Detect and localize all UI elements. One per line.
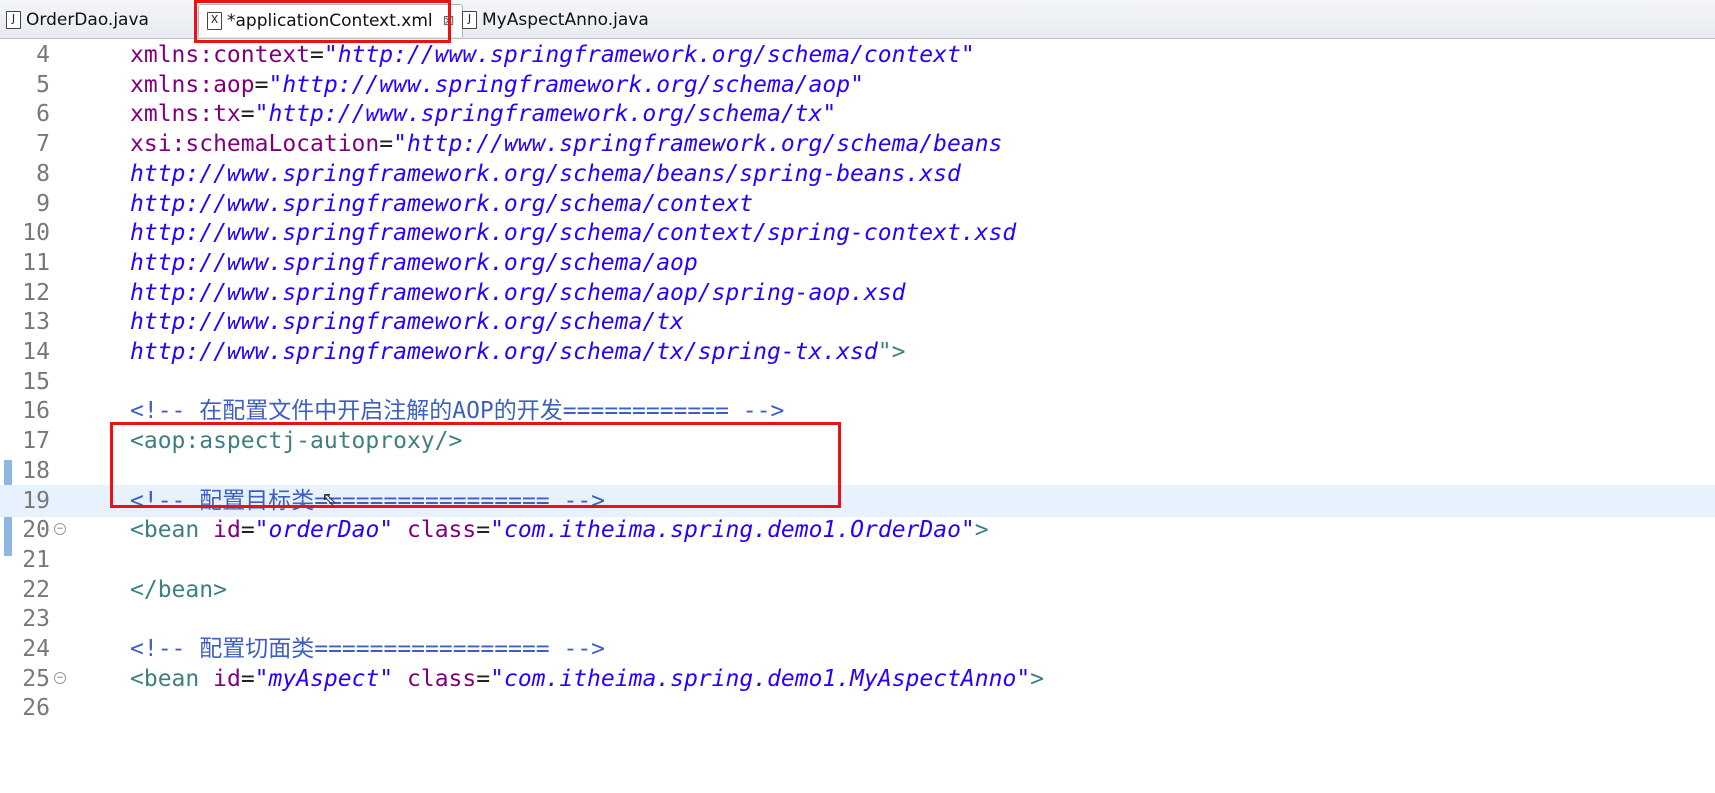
line-number: 12 (22, 279, 50, 306)
line-number: 6 (36, 101, 50, 128)
tab-orderdao[interactable]: J OrderDao.java (6, 4, 149, 36)
line-number: 14 (22, 339, 50, 365)
line-number: 20 (22, 517, 50, 544)
line-number: 22 (22, 576, 50, 603)
code-line[interactable]: 7 xsi:schemaLocation="http://www.springfr… (0, 128, 1715, 160)
line-number: 21 (22, 546, 50, 573)
fold-toggle-icon[interactable]: − (54, 671, 66, 684)
line-number: 5 (36, 71, 50, 98)
code-line[interactable]: 11 http://www.springframework.org/schema/… (0, 247, 1715, 279)
code-text: xmlns:context="http://www.springframewor… (130, 42, 975, 68)
line-number: 19 (22, 487, 50, 514)
line-number: 25 (22, 665, 50, 692)
code-line[interactable]: 8 http://www.springframework.org/schema/b… (0, 158, 1715, 190)
line-number: 11 (22, 249, 50, 276)
code-text: xmlns:tx="http://www.springframework.org… (130, 101, 837, 128)
code-line[interactable]: 20− <bean id="orderDao" class="com.itheim… (0, 514, 1715, 546)
xml-editor[interactable]: 4 xmlns:context="http://www.springframewo… (0, 38, 1715, 793)
code-text: <!-- 配置切面类================= --> (130, 636, 606, 662)
fold-toggle-icon[interactable]: − (54, 523, 66, 536)
code-text: http://www.springframework.org/schema/ao… (130, 279, 906, 306)
code-text: <bean id="myAspect" class="com.itheima.s… (130, 665, 1045, 692)
code-line[interactable]: 10 http://www.springframework.org/schema/… (0, 217, 1715, 249)
code-line[interactable]: 4 xmlns:context="http://www.springframewo… (0, 39, 1715, 71)
code-line[interactable]: 9 http://www.springframework.org/schema/c… (0, 188, 1715, 220)
code-text: http://www.springframework.org/schema/co… (130, 220, 1017, 247)
code-line[interactable]: 5 xmlns:aop="http://www.springframework.o… (0, 69, 1715, 101)
code-line[interactable]: 26 (0, 692, 1715, 724)
code-text: http://www.springframework.org/schema/tx (130, 309, 684, 336)
code-line[interactable]: 12 http://www.springframework.org/schema/… (0, 277, 1715, 309)
line-number: 26 (22, 695, 50, 722)
tab-label: OrderDao.java (26, 10, 149, 30)
code-line[interactable]: 15 (0, 366, 1715, 398)
code-text: xsi:schemaLocation="http://www.springfra… (130, 131, 1003, 158)
code-text: </bean> (130, 576, 227, 603)
java-file-icon: J (462, 11, 477, 29)
annotation-highlight-box (110, 422, 841, 508)
tab-label: MyAspectAnno.java (482, 10, 649, 30)
line-number: 16 (22, 398, 50, 425)
line-number: 13 (22, 309, 50, 336)
line-number: 23 (22, 606, 50, 633)
code-line[interactable]: 22 </bean> (0, 574, 1715, 606)
line-number: 8 (36, 160, 50, 187)
code-text: http://www.springframework.org/schema/be… (130, 160, 961, 187)
code-line[interactable]: 6 xmlns:tx="http://www.springframework.or… (0, 98, 1715, 130)
line-number: 15 (22, 368, 50, 395)
code-line[interactable]: 13 http://www.springframework.org/schema/… (0, 306, 1715, 338)
code-line[interactable]: 24 <!-- 配置切面类================= --> (0, 633, 1715, 665)
code-text: http://www.springframework.org/schema/tx… (130, 339, 906, 365)
code-text: http://www.springframework.org/schema/ao… (130, 249, 698, 276)
line-number: 18 (22, 457, 50, 484)
tab-highlight-box (194, 0, 451, 43)
line-number: 17 (22, 428, 50, 455)
code-text: http://www.springframework.org/schema/co… (130, 190, 754, 217)
code-line[interactable]: 21 (0, 544, 1715, 576)
code-line[interactable]: 14 http://www.springframework.org/schema/… (0, 336, 1715, 368)
code-line[interactable]: 25− <bean id="myAspect" class="com.itheim… (0, 663, 1715, 695)
code-line[interactable]: 23 (0, 603, 1715, 635)
line-number: 4 (36, 42, 50, 68)
mouse-cursor-icon: ⇖ (322, 482, 338, 512)
java-file-icon: J (6, 11, 21, 29)
line-number: 7 (36, 131, 50, 158)
code-text: xmlns:aop="http://www.springframework.or… (130, 71, 864, 98)
line-number: 10 (22, 220, 50, 247)
line-number: 24 (22, 636, 50, 662)
code-text: <bean id="orderDao" class="com.itheima.s… (130, 517, 989, 544)
line-number: 9 (36, 190, 50, 217)
tab-myaspectanno[interactable]: J MyAspectAnno.java (462, 4, 649, 36)
